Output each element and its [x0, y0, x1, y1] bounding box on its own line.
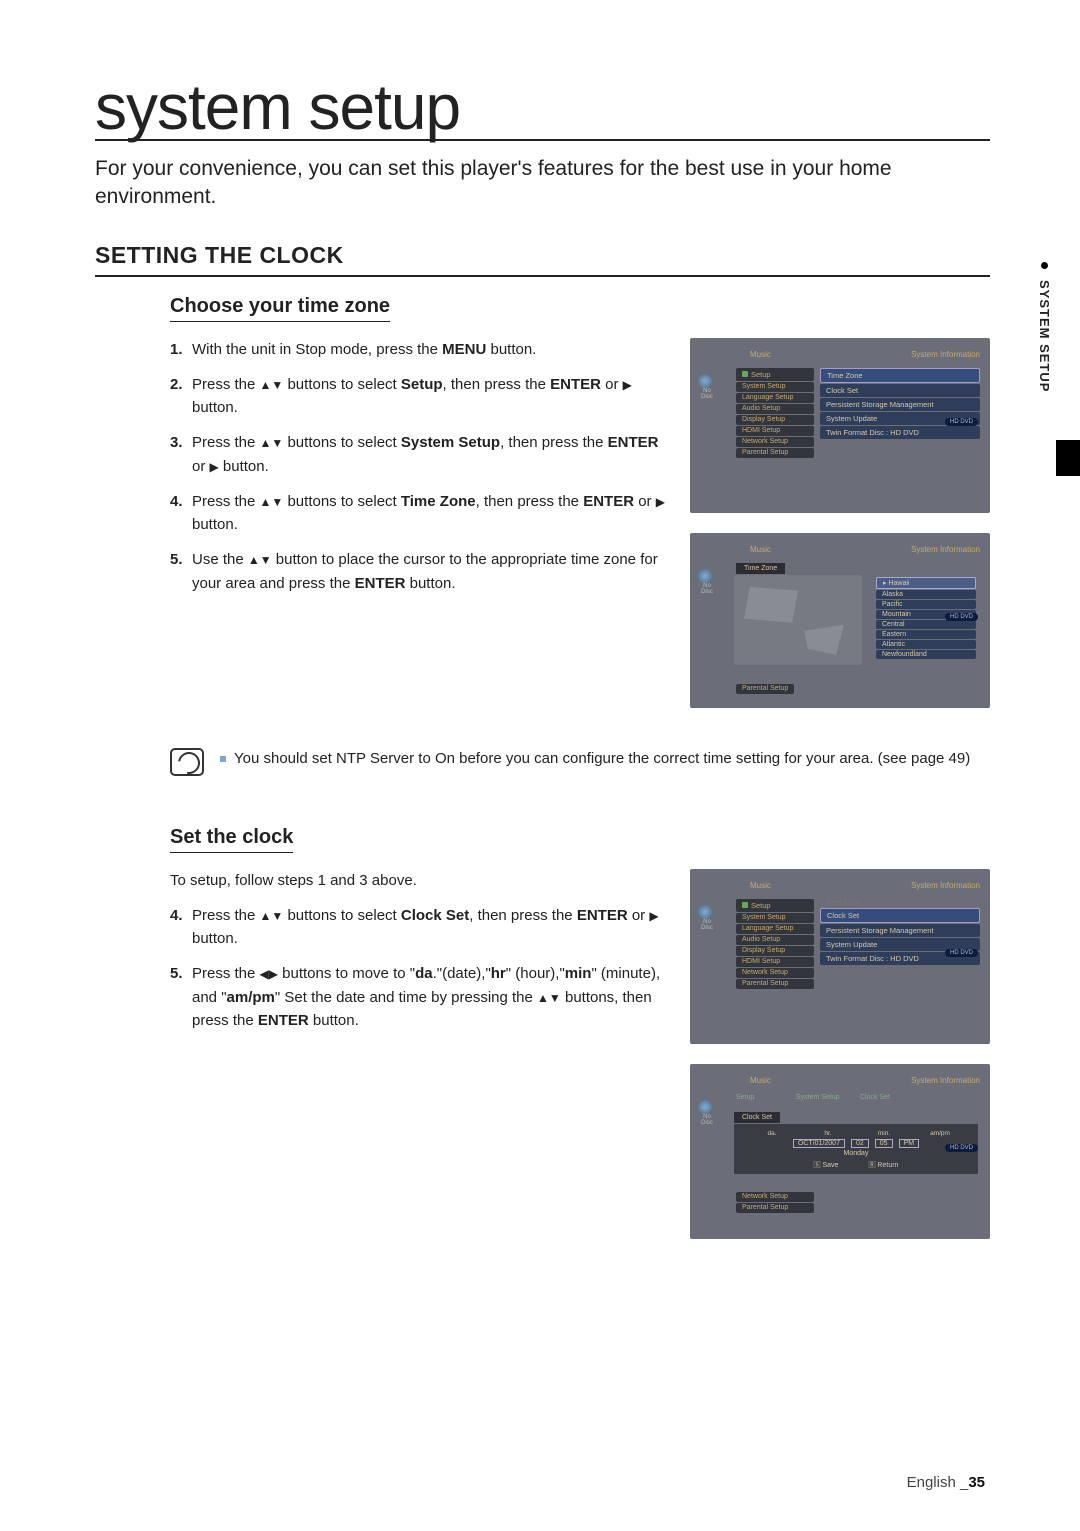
subheading-timezone: Choose your time zone: [170, 295, 390, 322]
subheading-clock: Set the clock: [170, 826, 293, 853]
page-footer: English _35: [907, 1474, 985, 1491]
disc-icon: [698, 1100, 712, 1114]
list-item: 4. Press the ▲▼ buttons to select Time Z…: [170, 490, 672, 537]
section-rule: [95, 275, 990, 277]
side-tab: [1056, 270, 1080, 640]
screenshot-system-setup: MusicSystem Information No Disc Setup Sy…: [690, 338, 990, 513]
screenshot-timezone-map: MusicSystem Information No Disc Time Zon…: [690, 533, 990, 708]
clock-steps: 4. Press the ▲▼ buttons to select Clock …: [170, 904, 672, 1032]
list-item: 1. With the unit in Stop mode, press the…: [170, 338, 672, 361]
note-block: You should set NTP Server to On before y…: [170, 748, 990, 776]
list-item: 4. Press the ▲▼ buttons to select Clock …: [170, 904, 672, 951]
disc-icon: [698, 569, 712, 583]
page-title: system setup: [95, 75, 990, 141]
note-icon: [170, 748, 204, 776]
clock-lead: To setup, follow steps 1 and 3 above.: [170, 869, 672, 892]
side-section-label: SYSTEM SETUP: [1037, 280, 1052, 392]
world-map: [734, 575, 862, 665]
timezone-steps: 1. With the unit in Stop mode, press the…: [170, 338, 672, 595]
list-item: 5. Use the ▲▼ button to place the cursor…: [170, 548, 672, 595]
intro-text: For your convenience, you can set this p…: [95, 155, 990, 212]
side-bullet: [1041, 262, 1048, 269]
list-item: 2. Press the ▲▼ buttons to select Setup,…: [170, 373, 672, 420]
bullet-icon: [220, 756, 226, 762]
disc-icon: [698, 374, 712, 388]
list-item: 3. Press the ▲▼ buttons to select System…: [170, 431, 672, 478]
disc-icon: [698, 905, 712, 919]
section-heading: SETTING THE CLOCK: [95, 242, 990, 269]
screenshot-clockset-panel: MusicSystem Information No Disc Setup Sy…: [690, 1064, 990, 1239]
list-item: 5. Press the ◀▶ buttons to move to "da."…: [170, 962, 672, 1032]
screenshot-clockset-menu: MusicSystem Information No Disc Setup Sy…: [690, 869, 990, 1044]
